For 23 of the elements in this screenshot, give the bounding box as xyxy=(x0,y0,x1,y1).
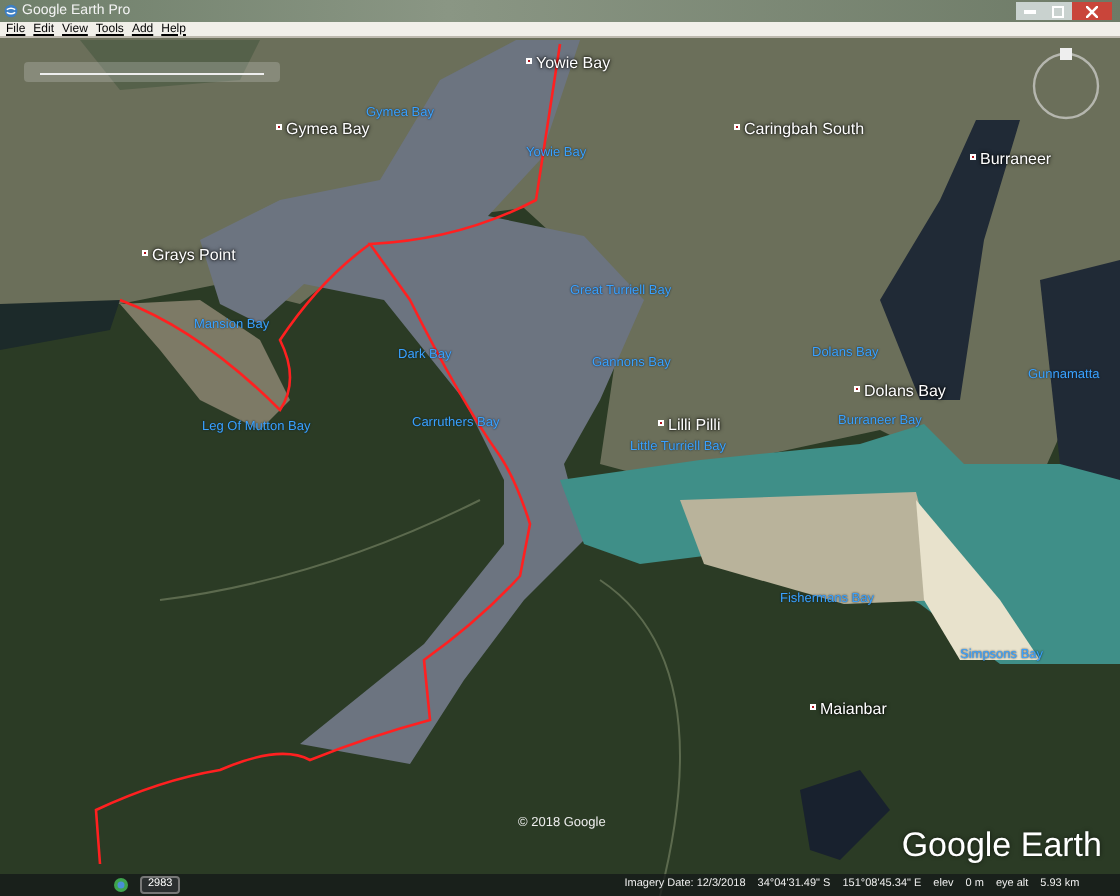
place-label: Gymea Bay xyxy=(286,122,370,138)
place-marker-icon[interactable] xyxy=(810,704,816,710)
place-marker-icon[interactable] xyxy=(276,124,282,130)
place-marker-icon[interactable] xyxy=(854,386,860,392)
place-marker-icon[interactable] xyxy=(526,58,532,64)
place-label: Grays Point xyxy=(152,248,236,264)
place-label: Maianbar xyxy=(820,702,887,718)
place-label: Dolans Bay xyxy=(864,384,946,400)
place-label: Caringbah South xyxy=(744,122,865,138)
minimize-icon xyxy=(1024,9,1036,13)
close-button[interactable] xyxy=(1072,2,1112,20)
logo-text: Google Earth xyxy=(901,828,1102,862)
navigation-compass-icon[interactable] xyxy=(1028,46,1104,122)
place-marker-icon[interactable] xyxy=(658,420,664,426)
app-globe-icon xyxy=(4,4,18,18)
place-label: Lilli Pilli xyxy=(668,418,721,434)
globe-icon[interactable] xyxy=(114,878,128,892)
maximize-icon xyxy=(1052,5,1064,17)
close-icon xyxy=(1086,5,1098,17)
place-marker-icon[interactable] xyxy=(734,124,740,130)
place-marker-icon[interactable] xyxy=(142,250,148,256)
place-label: Burraneer xyxy=(980,152,1052,168)
place-marker-icon[interactable] xyxy=(970,154,976,160)
